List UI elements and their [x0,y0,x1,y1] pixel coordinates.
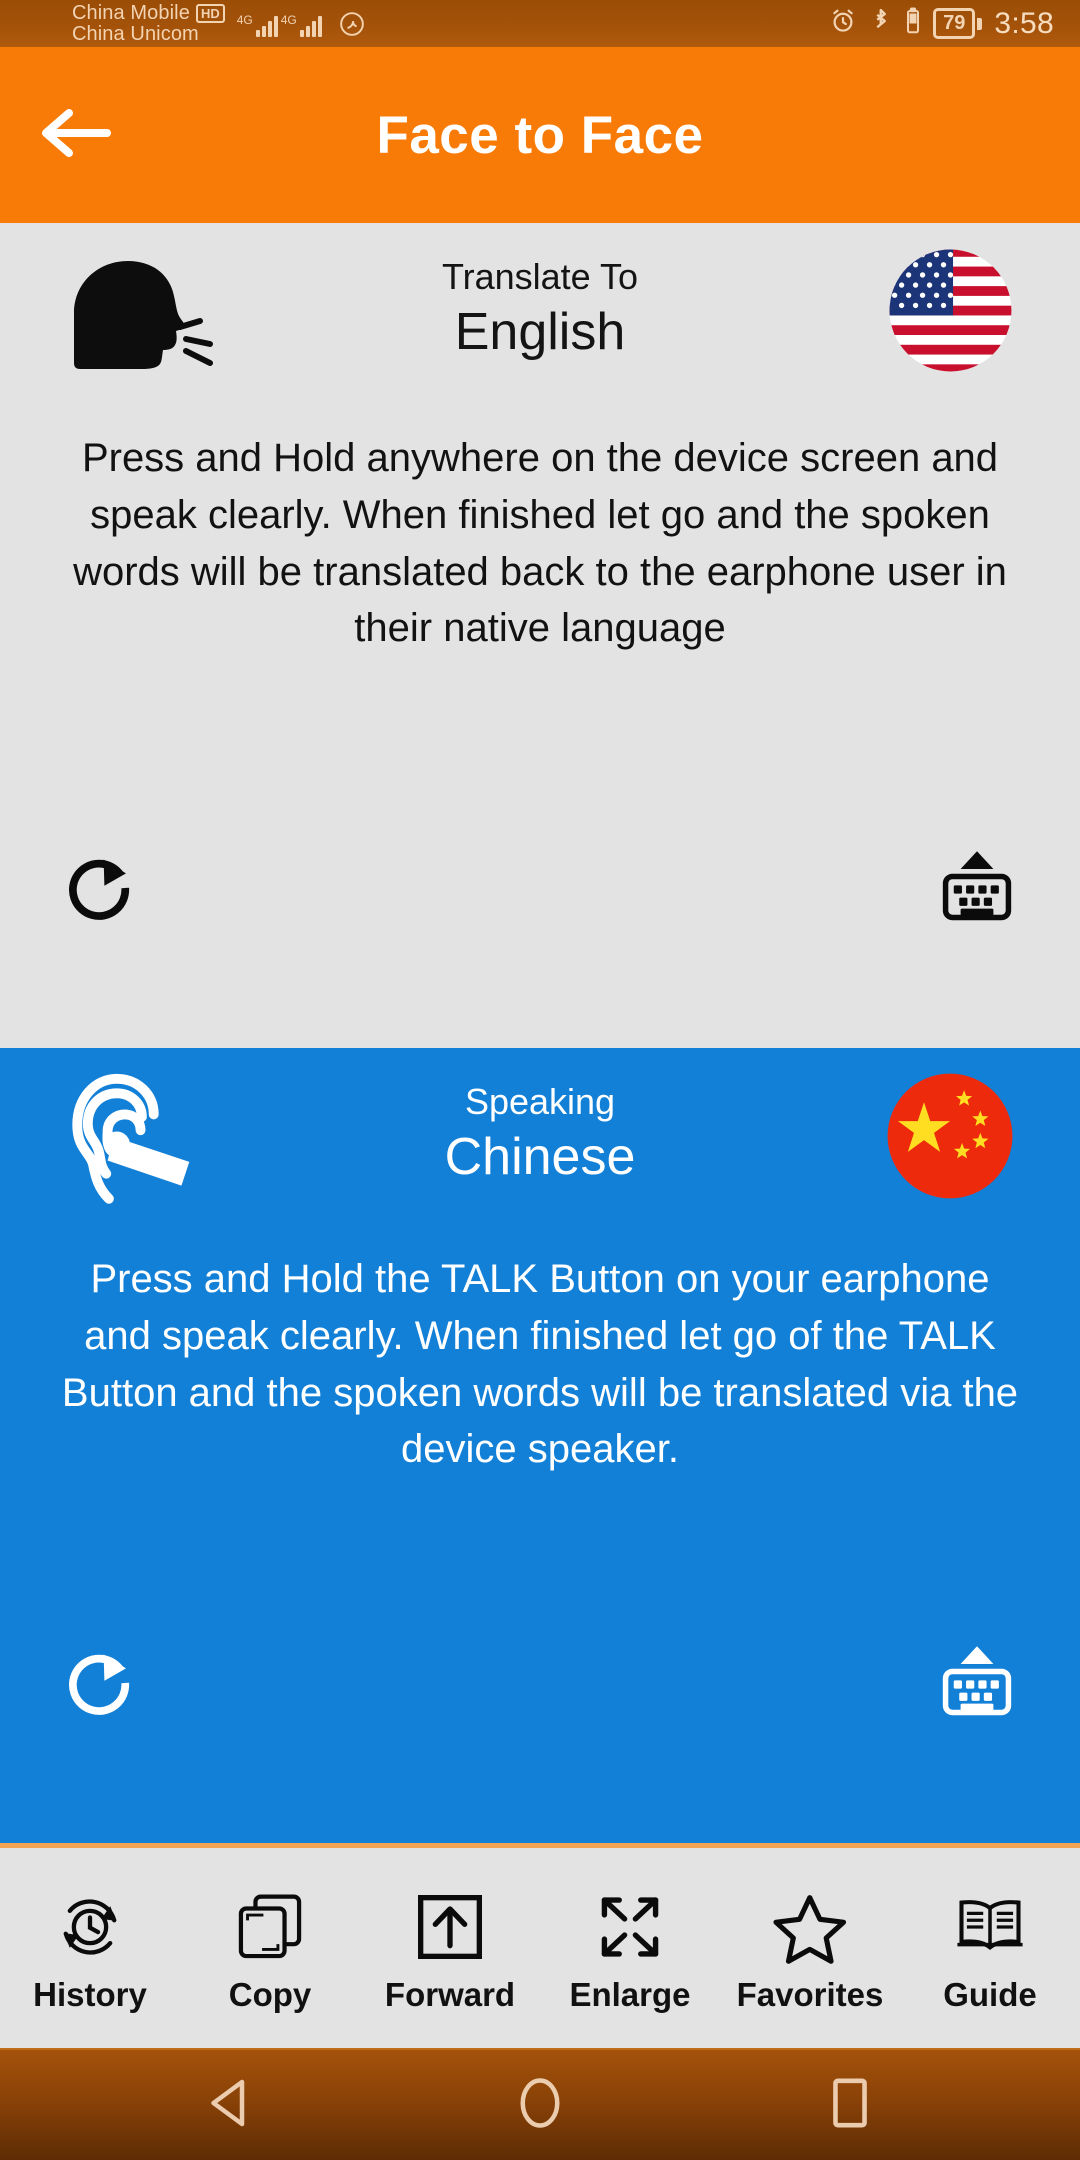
battery-indicator: 79 [933,8,983,39]
toolbar-label-copy: Copy [228,1975,312,2013]
speaking-instructions: Press and Hold the TALK Button on your e… [61,1257,1019,1472]
signal-indicators: 4G 4G [237,11,365,37]
nav-back-triangle-icon [206,2077,254,2134]
speaking-head-icon [0,247,260,375]
translate-to-panel: Translate To English Press and Hold anyw… [0,223,1080,1048]
hd-badge: HD [195,3,225,23]
toolbar-label-enlarge: Enlarge [569,1975,691,2013]
translate-to-label: Translate To [441,256,639,298]
toolbar-label-history: History [33,1975,147,2013]
translate-to-language-block: Translate To English [260,256,820,364]
page-title: Face to Face [376,105,704,165]
nav-home-circle-icon [517,2076,563,2135]
speaking-header: Speaking Chinese [0,1048,1080,1223]
translate-to-language[interactable]: English [260,300,820,365]
alarm-clock-icon [829,7,857,40]
speaking-actions [0,1638,1080,1725]
toolbar-item-enlarge[interactable]: Enlarge [540,1888,720,2014]
china-flag-icon[interactable] [820,1071,1080,1201]
signal-bars-2-icon [299,13,322,37]
refresh-button-top[interactable] [62,851,136,930]
battery-percent-label: 79 [933,8,976,39]
phone-screen: China Mobile HD China Unicom 4G 4G 79 3:… [0,0,1080,2160]
carrier-primary-label: China Mobile [72,1,190,24]
forward-up-arrow-icon [414,1888,486,1966]
signal-sim2: 4G [281,13,322,37]
network-type-2-label: 4G [280,12,297,27]
toolbar-item-forward[interactable]: Forward [360,1888,540,2014]
show-keyboard-button-bottom[interactable] [936,1638,1018,1725]
refresh-icon [62,851,136,930]
music-note-icon [339,11,365,37]
carrier-labels: China Mobile HD China Unicom [72,1,225,45]
carrier-secondary-label: China Unicom [72,22,199,45]
toolbar-label-guide: Guide [943,1975,1037,2013]
translate-to-header: Translate To English [0,223,1080,398]
toolbar-item-copy[interactable]: Copy [180,1888,360,2014]
copy-icon [234,1888,306,1966]
enlarge-fullscreen-icon [592,1888,668,1966]
speaking-language[interactable]: Chinese [260,1125,820,1190]
show-keyboard-icon [936,1638,1018,1725]
usa-flag-icon[interactable] [820,247,1080,374]
signal-bars-1-icon [255,13,278,37]
battery-small-icon [905,6,921,41]
star-icon [770,1888,850,1966]
android-nav-bar [0,2048,1080,2160]
toolbar-label-favorites: Favorites [736,1975,884,2013]
app-bar: Face to Face [0,47,1080,223]
speaking-language-block: Speaking Chinese [260,1081,820,1189]
open-book-icon [952,1888,1028,1966]
translate-to-instructions: Press and Hold anywhere on the device sc… [73,436,1007,651]
ear-earphone-icon [0,1063,260,1208]
network-type-1-label: 4G [236,12,253,27]
status-bar-left: China Mobile HD China Unicom 4G 4G [0,1,365,45]
status-bar-right: 79 3:58 [829,6,1080,41]
show-keyboard-button-top[interactable] [936,843,1018,930]
clock-label: 3:58 [994,6,1054,40]
nav-home-button[interactable] [485,2049,595,2160]
nav-recents-button[interactable] [795,2049,905,2160]
bottom-toolbar: History Copy Forward Enlarge Favorites G… [0,1853,1080,2048]
status-bar: China Mobile HD China Unicom 4G 4G 79 3:… [0,0,1080,47]
toolbar-item-favorites[interactable]: Favorites [720,1888,900,2014]
refresh-button-bottom[interactable] [62,1646,136,1725]
battery-tip [977,17,983,30]
history-clock-icon [52,1888,128,1966]
signal-sim1: 4G [237,13,278,37]
nav-recents-square-icon [830,2077,870,2134]
toolbar-item-guide[interactable]: Guide [900,1888,1080,2014]
speaking-label: Speaking [464,1081,616,1123]
show-keyboard-icon [936,843,1018,930]
toolbar-item-history[interactable]: History [0,1888,180,2014]
refresh-icon [62,1646,136,1725]
speaking-panel: Speaking Chinese Press and Hold the TALK… [0,1048,1080,1848]
bluetooth-icon [869,6,893,41]
translate-to-actions [0,843,1080,930]
toolbar-label-forward: Forward [384,1975,516,2013]
nav-back-button[interactable] [175,2049,285,2160]
